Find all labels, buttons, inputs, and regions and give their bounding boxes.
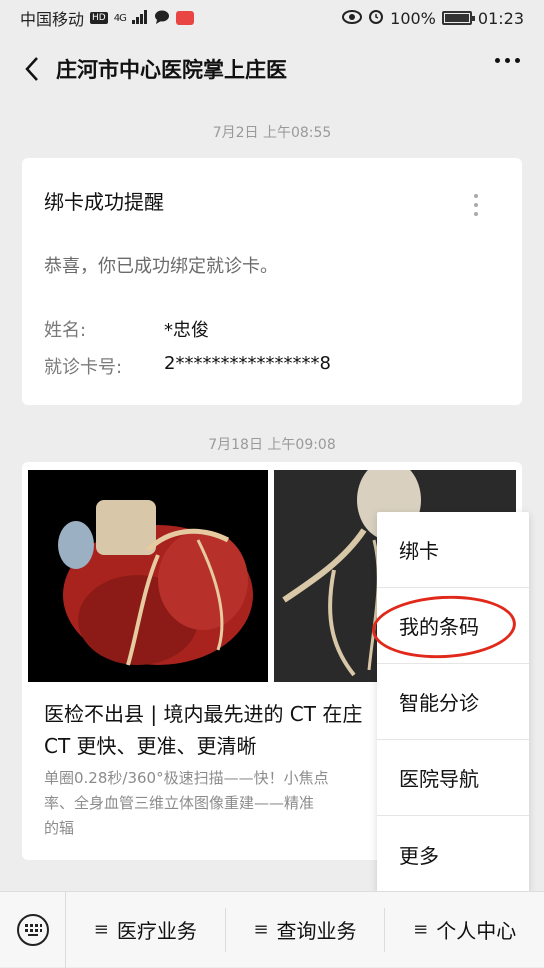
bottom-menu-bar: ≡ 医疗业务 ≡ 查询业务 ≡ 个人中心	[0, 891, 544, 968]
message-timestamp: 7月18日 上午09:08	[208, 437, 336, 453]
message-options-icon[interactable]	[474, 194, 478, 216]
hd-badge: HD	[90, 12, 108, 24]
menu-lines-icon: ≡	[413, 919, 429, 940]
status-right: 100% 01:23	[342, 8, 524, 28]
tab-label: 个人中心	[436, 919, 517, 943]
alarm-icon	[368, 8, 384, 28]
bind-card-message[interactable]: 绑卡成功提醒 恭喜，你已成功绑定就诊卡。 姓名: *忠俊 就诊卡号: 2****…	[22, 158, 522, 405]
menu-lines-icon: ≡	[253, 919, 269, 940]
card-number-label: 就诊卡号:	[44, 357, 123, 378]
menu-item-more[interactable]: 更多	[377, 816, 529, 892]
message-body: 恭喜，你已成功绑定就诊卡。	[44, 256, 278, 277]
tab-personal-center[interactable]: ≡ 个人中心	[385, 908, 544, 952]
message-timestamp: 7月2日 上午08:55	[212, 125, 332, 141]
tab-medical-services[interactable]: ≡ 医疗业务	[66, 907, 226, 952]
tab-label: 医疗业务	[116, 919, 197, 943]
menu-item-bind-card[interactable]: 绑卡	[377, 512, 529, 588]
name-row: 姓名: *忠俊	[44, 316, 209, 342]
status-left: 中国移动 HD 4G	[20, 6, 194, 30]
eye-icon	[342, 9, 363, 28]
menu-lines-icon: ≡	[93, 919, 109, 940]
clock-time: 01:23	[477, 8, 524, 28]
card-number-value: 2****************8	[164, 353, 331, 374]
name-value: *忠俊	[164, 320, 209, 341]
card-number-row: 就诊卡号: 2****************8	[44, 353, 331, 379]
battery-icon	[441, 11, 475, 25]
menu-item-smart-triage[interactable]: 智能分诊	[377, 664, 529, 740]
app-notification-icon	[175, 11, 194, 25]
signal-icon	[131, 9, 148, 28]
tab-query-services[interactable]: ≡ 查询业务	[226, 907, 386, 952]
tab-label: 查询业务	[276, 919, 357, 943]
more-options-icon[interactable]	[495, 58, 520, 63]
page-title: 庄河市中心医院掌上庄医	[56, 58, 287, 82]
carrier-label: 中国移动	[20, 10, 85, 29]
keyboard-icon[interactable]	[0, 891, 66, 968]
popup-menu: 绑卡 我的条码 智能分诊 医院导航 更多	[377, 512, 529, 892]
network-label: 4G	[113, 12, 127, 24]
title-bar: 庄河市中心医院掌上庄医	[0, 36, 544, 102]
battery-percent: 100%	[390, 8, 436, 28]
chat-bubble-icon	[154, 9, 170, 28]
back-arrow-icon[interactable]	[10, 47, 54, 91]
status-bar: 中国移动 HD 4G 100% 01:23	[0, 0, 544, 36]
heart-ct-image	[28, 470, 268, 682]
menu-item-hospital-navigation[interactable]: 医院导航	[377, 740, 529, 816]
message-title: 绑卡成功提醒	[44, 190, 164, 214]
name-label: 姓名:	[44, 320, 87, 341]
